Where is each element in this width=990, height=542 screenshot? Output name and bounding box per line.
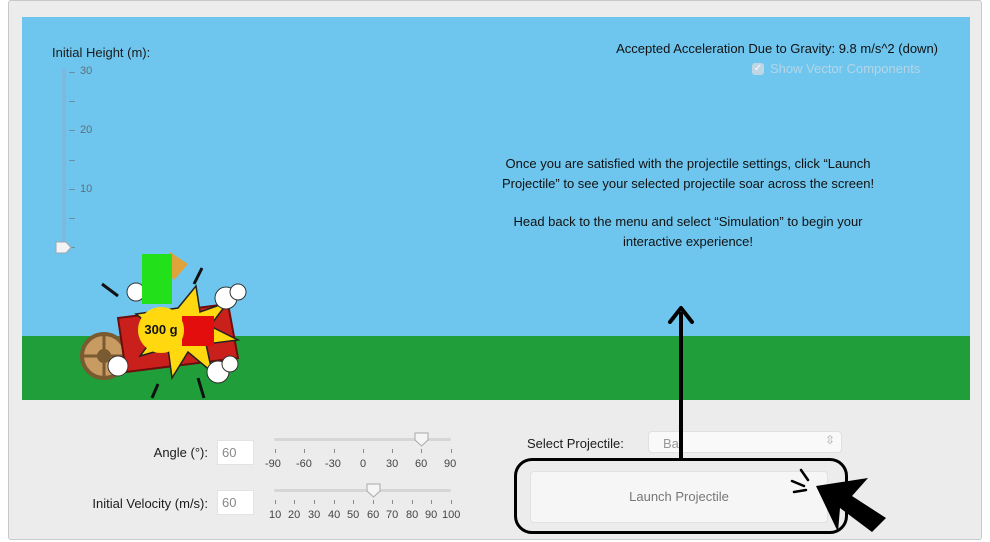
velocity-tick-label: 10: [269, 509, 282, 521]
angle-tick: [334, 449, 335, 453]
height-slider-thumb[interactable]: [55, 241, 72, 254]
angle-tick: [275, 449, 276, 453]
height-tick: [69, 130, 75, 131]
angle-input[interactable]: 60: [217, 440, 254, 465]
velocity-tick: [392, 500, 393, 504]
instructions-paragraph-2: Head back to the menu and select “Simula…: [513, 214, 863, 249]
checkbox-icon[interactable]: ✓: [752, 62, 764, 75]
velocity-tick: [334, 500, 335, 504]
angle-tick-label: -90: [265, 458, 281, 470]
velocity-tick-label: 90: [425, 509, 438, 521]
angle-tick: [421, 449, 422, 453]
angle-tick: [304, 449, 305, 453]
instructions: Once you are satisfied with the projecti…: [488, 154, 888, 270]
angle-tick-label: 30: [386, 458, 399, 470]
velocity-slider-track[interactable]: [274, 489, 451, 492]
show-vector-components-label: Show Vector Components: [770, 61, 921, 76]
velocity-slider-thumb[interactable]: [366, 483, 381, 498]
angle-slider-thumb[interactable]: [414, 432, 429, 447]
velocity-tick-label: 70: [386, 509, 399, 521]
velocity-tick-label: 80: [406, 509, 419, 521]
angle-label: Angle (°):: [153, 445, 208, 460]
initial-velocity-label: Initial Velocity (m/s):: [92, 496, 208, 511]
projectile-select[interactable]: Bal ⇳: [648, 431, 842, 453]
velocity-tick: [314, 500, 315, 504]
velocity-input[interactable]: 60: [217, 490, 254, 515]
angle-tick-label: -60: [296, 458, 312, 470]
projectile-select-value: Bal: [663, 436, 682, 451]
velocity-tick: [353, 500, 354, 504]
velocity-tick-label: 40: [328, 509, 341, 521]
height-tick: [69, 189, 75, 190]
height-slider-track[interactable]: [62, 68, 66, 250]
projectile-mass-badge: 300 g: [138, 307, 184, 353]
velocity-tick-label: 100: [442, 509, 461, 521]
gravity-text: Accepted Acceleration Due to Gravity: 9.…: [616, 41, 938, 56]
velocity-tick-label: 50: [347, 509, 360, 521]
velocity-tick: [451, 500, 452, 504]
velocity-tick: [373, 500, 374, 504]
velocity-tick-label: 60: [367, 509, 380, 521]
velocity-tick-label: 20: [288, 509, 301, 521]
height-tick-label: 30: [80, 65, 93, 77]
initial-height-label: Initial Height (m):: [52, 45, 151, 60]
velocity-tick-label: 30: [308, 509, 321, 521]
select-projectile-label: Select Projectile:: [527, 436, 624, 451]
angle-tick: [363, 449, 364, 453]
angle-tick: [392, 449, 393, 453]
height-tick-label: 10: [80, 183, 93, 195]
height-tick: [69, 101, 75, 102]
angle-tick-label: 0: [360, 458, 367, 470]
chevron-updown-icon: ⇳: [824, 433, 835, 447]
angle-tick-label: 90: [444, 458, 457, 470]
velocity-tick: [431, 500, 432, 504]
velocity-tick: [294, 500, 295, 504]
instructions-paragraph-1: Once you are satisfied with the projecti…: [501, 156, 875, 191]
velocity-tick: [412, 500, 413, 504]
angle-tick-label: -30: [325, 458, 341, 470]
height-tick: [69, 218, 75, 219]
angle-tick: [451, 449, 452, 453]
show-vector-components-checkbox[interactable]: ✓ Show Vector Components: [752, 61, 920, 76]
height-tick: [69, 160, 75, 161]
height-tick: [69, 72, 75, 73]
angle-tick-label: 60: [415, 458, 428, 470]
velocity-tick: [275, 500, 276, 504]
launch-button-highlight: [514, 458, 848, 534]
height-tick-label: 20: [80, 124, 93, 136]
